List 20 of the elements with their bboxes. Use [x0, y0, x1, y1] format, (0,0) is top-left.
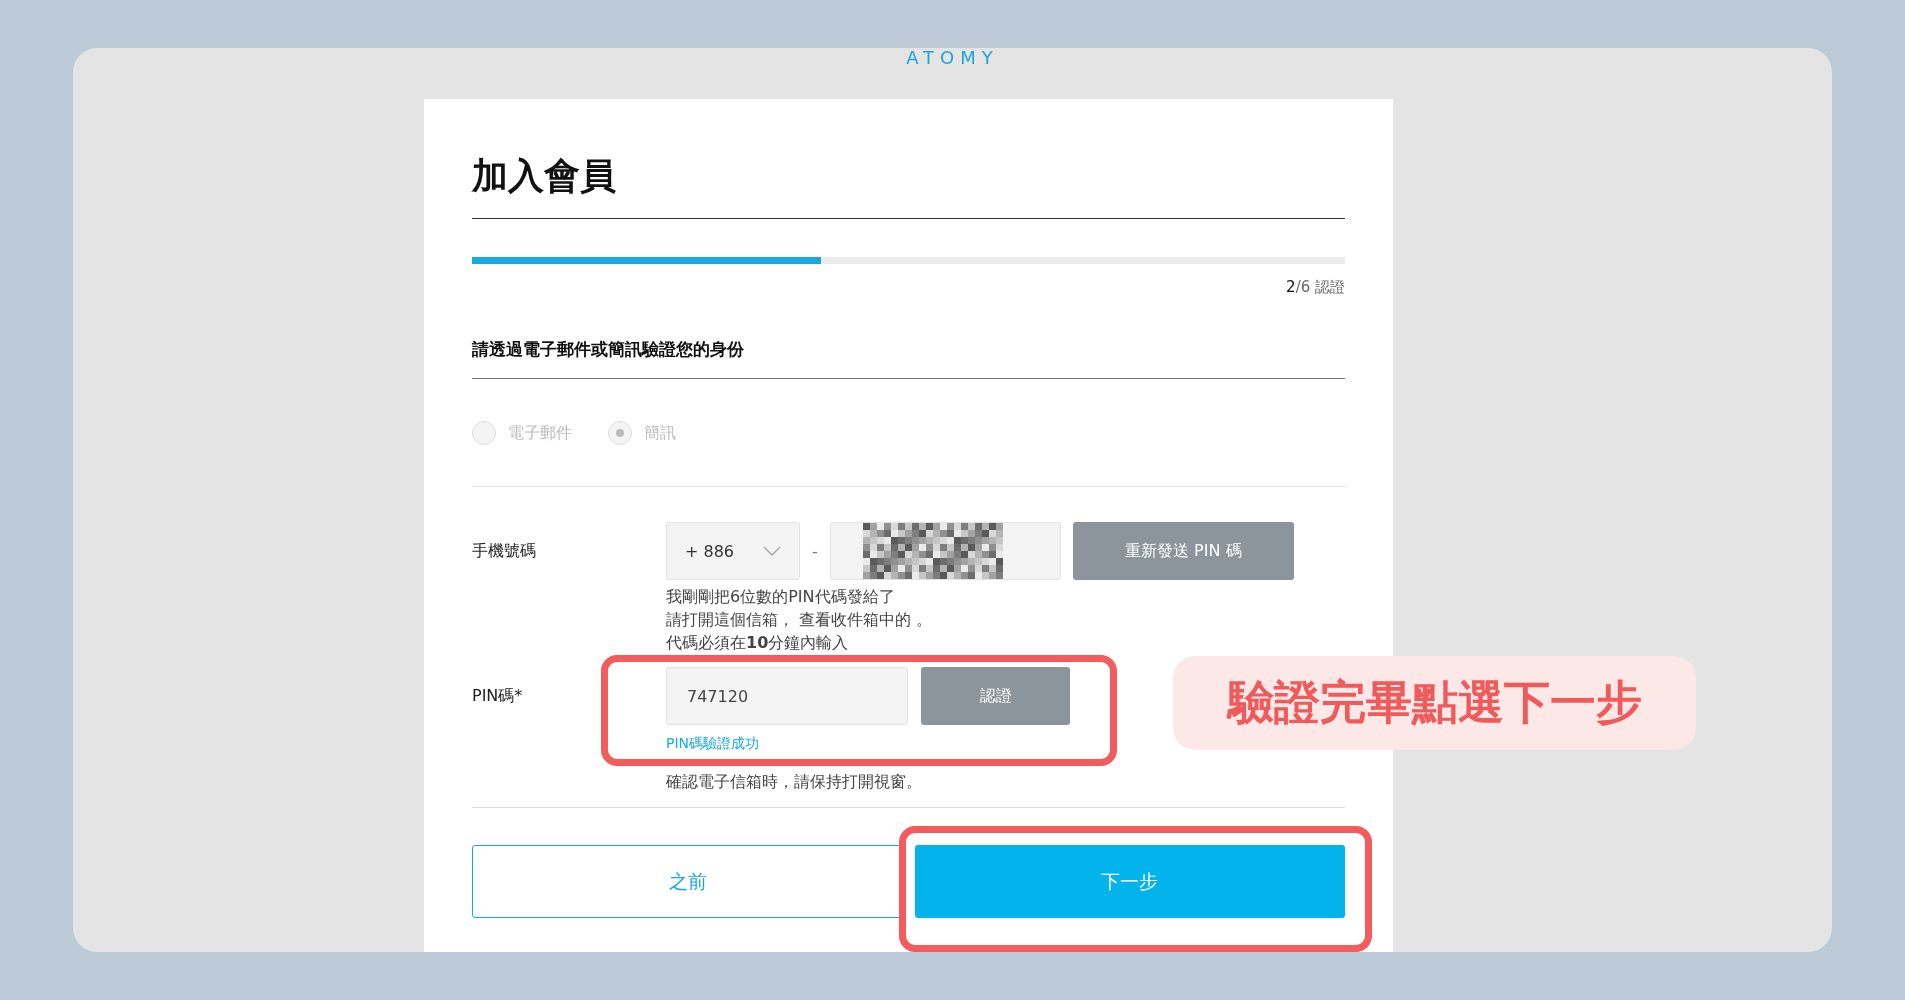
verify-button[interactable]: 認證	[921, 667, 1070, 725]
help-text: 請打開這個信箱， 查看收件箱中的 。	[666, 609, 934, 631]
resend-pin-button[interactable]: 重新發送 PIN 碼	[1072, 522, 1294, 580]
section-heading: 請透過電子郵件或簡訊驗證您的身份	[472, 338, 745, 361]
phone-input-field[interactable]	[829, 522, 1061, 580]
help-text: 代碼必須在10分鐘內輸入	[666, 632, 850, 654]
callout-text: 驗證完畢點選下一步	[1173, 656, 1696, 750]
help-text: 我剛剛把6位數的PIN代碼發給了	[666, 586, 896, 608]
field-label: PIN碼*	[472, 685, 524, 707]
next-button[interactable]: 下一步	[914, 845, 1345, 918]
country-code-select[interactable]: + 886	[666, 522, 800, 580]
field-label: 手機號碼	[472, 540, 537, 562]
separator-text: -	[812, 541, 818, 561]
pin-input-field[interactable]: 747120	[666, 667, 908, 725]
note-text: 確認電子信箱時，請保持打開視窗。	[666, 771, 923, 793]
page-title: 加入會員	[472, 154, 617, 198]
success-message: PIN碼驗證成功	[666, 734, 761, 753]
chevron-down-icon	[763, 546, 781, 556]
logo-text: ATOMY	[905, 48, 1000, 70]
step-indicator: 2/6 認證	[1285, 277, 1345, 297]
